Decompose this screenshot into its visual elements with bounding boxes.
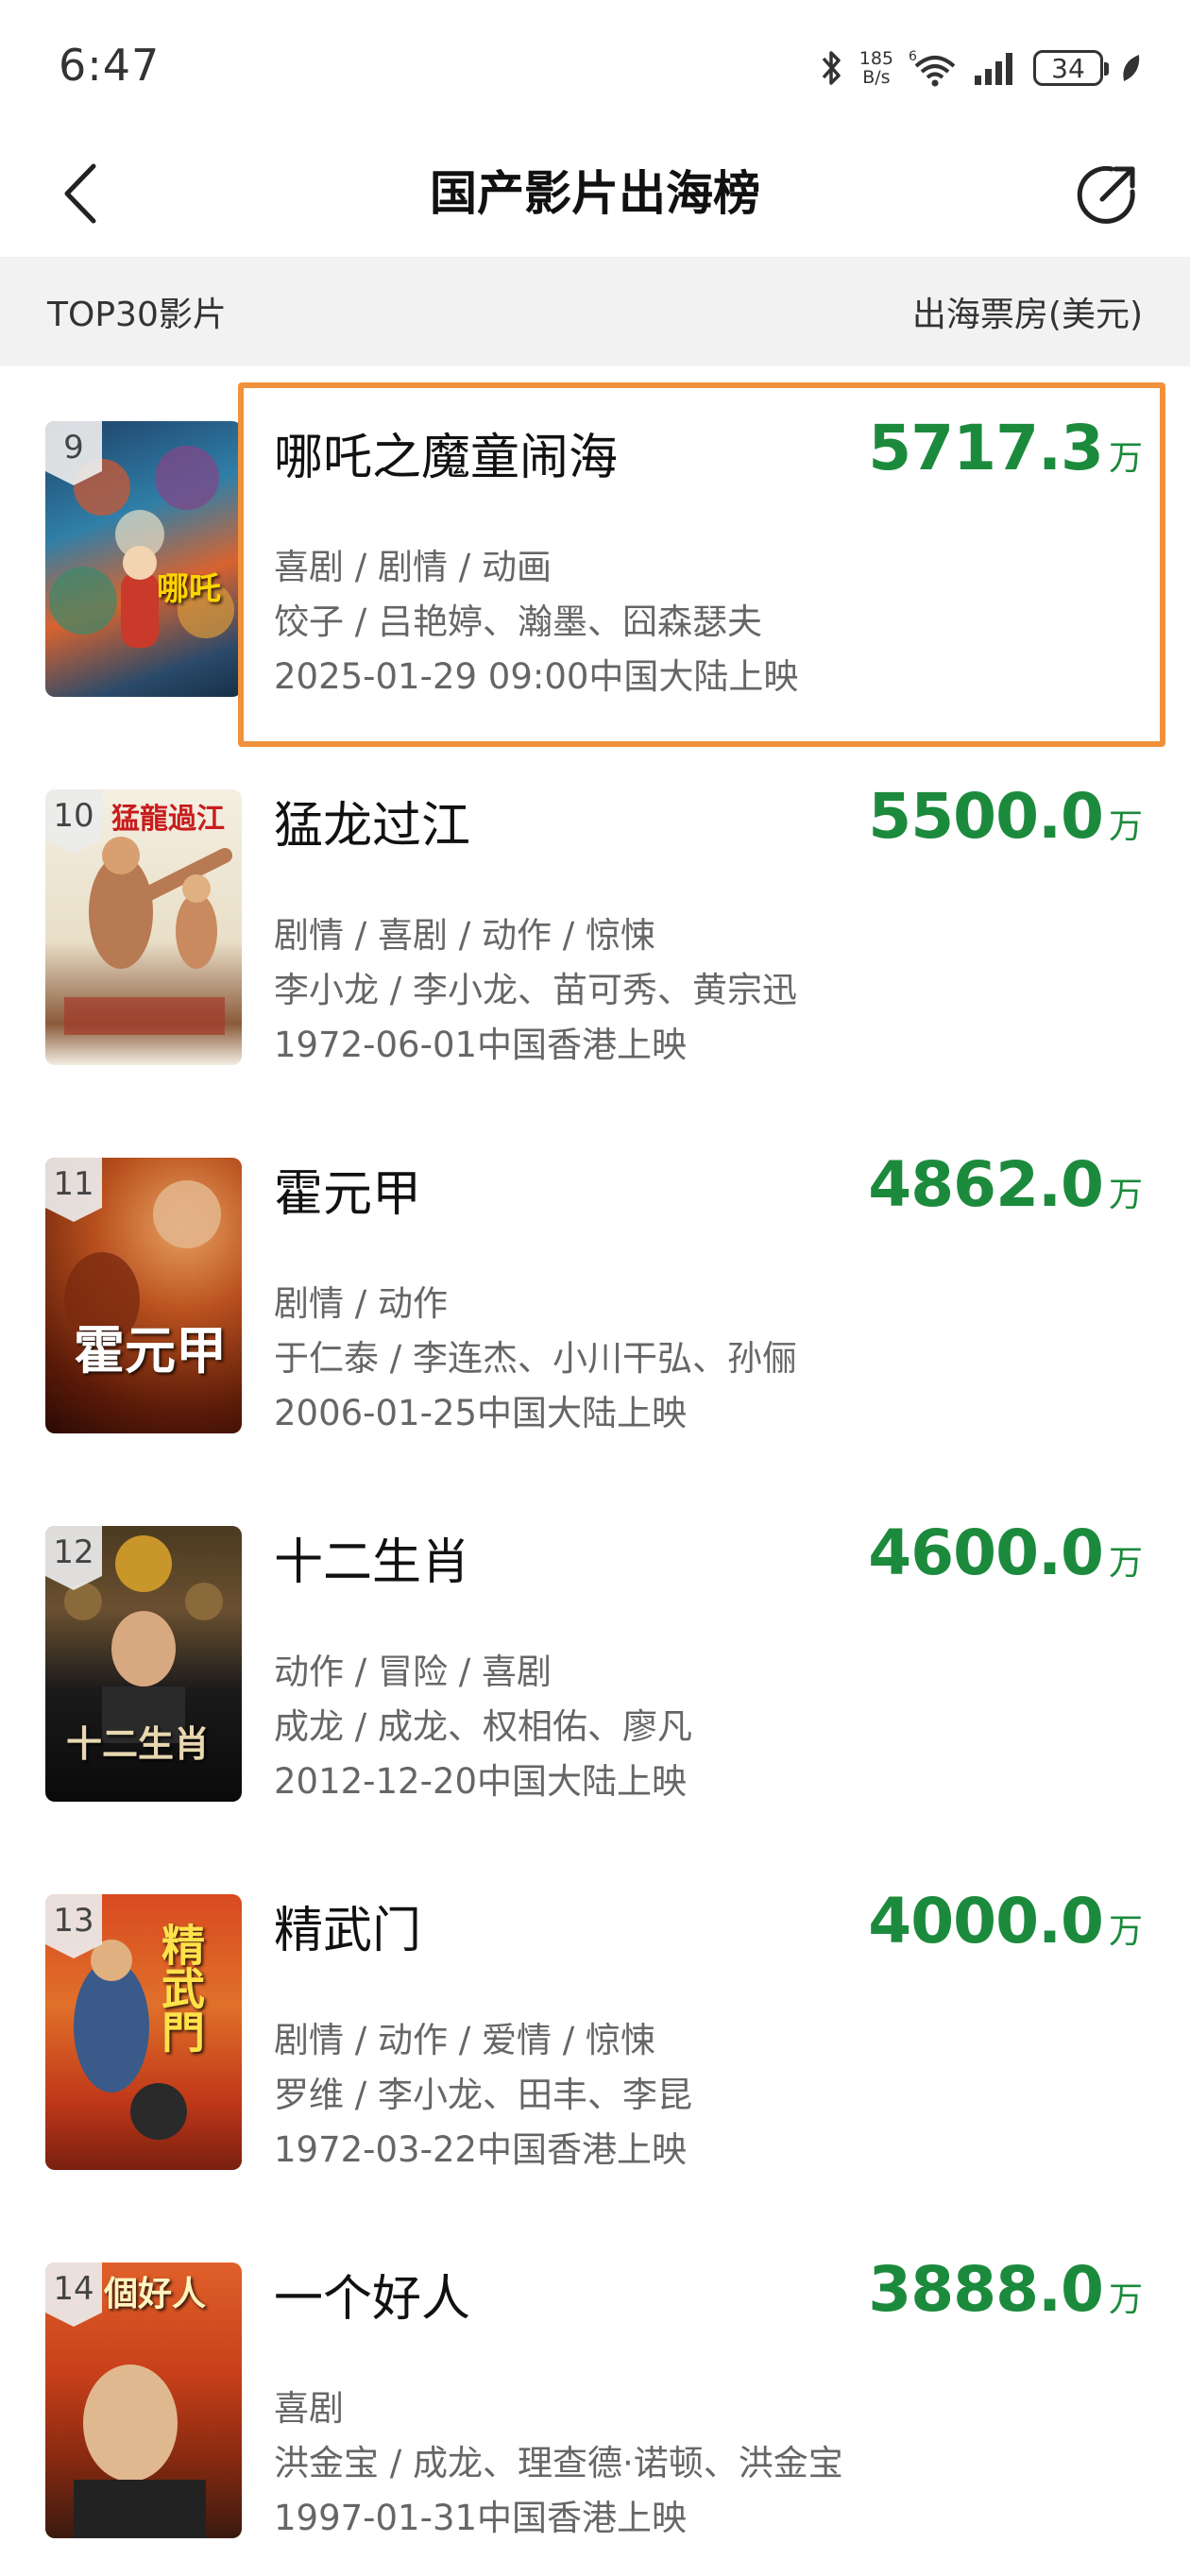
movie-release: 1972-03-22中国香港上映 <box>274 2129 688 2170</box>
box-office-value: 4862.0 <box>868 1148 1104 1221</box>
movie-cast: 李小龙 / 李小龙、苗可秀、黄宗迅 <box>274 970 797 1010</box>
movie-item[interactable]: 霍元甲 11 霍元甲 4862.0 万 剧情 / 动作 于仁泰 / 李连杰、小川… <box>0 1103 1190 1471</box>
status-time: 6:47 <box>59 40 161 91</box>
box-office-unit: 万 <box>1108 2280 1143 2319</box>
movie-release: 1972-06-01中国香港上映 <box>274 1025 688 1065</box>
movie-poster: 十二生肖 12 <box>45 1526 242 1802</box>
poster-title: 精武門 <box>155 1923 206 2053</box>
cellular-signal-icon <box>975 53 1012 85</box>
movie-genres: 喜剧 <box>274 2388 344 2429</box>
movie-item[interactable]: 精武門 13 精武门 4000.0 万 剧情 / 动作 / 爱情 / 惊悚 罗维… <box>0 1839 1190 2208</box>
poster-title: 霍元甲 <box>74 1320 227 1381</box>
poster-title: 十二生肖 <box>66 1722 211 1765</box>
leaf-icon <box>1123 55 1140 81</box>
list-header: TOP30影片 出海票房(美元) <box>0 257 1190 366</box>
movie-poster: 猛龍過江 10 <box>45 789 242 1065</box>
movie-cast: 成龙 / 成龙、权相佑、廖凡 <box>274 1706 692 1747</box>
status-icons: 185 B/s 6 34 <box>818 43 1143 93</box>
chevron-left-icon <box>64 163 96 224</box>
movie-cast: 洪金宝 / 成龙、理查德·诺顿、洪金宝 <box>274 2443 843 2483</box>
movie-poster: 霍元甲 11 <box>45 1158 242 1433</box>
poster-title: 猛龍過江 <box>111 803 225 836</box>
box-office: 3888.0 万 <box>868 2253 1143 2326</box>
box-office: 4600.0 万 <box>868 1517 1143 1589</box>
movie-genres: 动作 / 冒险 / 喜剧 <box>274 1652 552 1692</box>
box-office-unit: 万 <box>1108 1176 1143 1214</box>
box-office: 4000.0 万 <box>868 1885 1143 1957</box>
network-speed: 185 B/s <box>859 49 893 87</box>
movie-genres: 剧情 / 动作 / 爱情 / 惊悚 <box>274 2020 655 2060</box>
status-bar: 6:47 185 B/s 6 34 <box>0 0 1190 132</box>
movie-release: 2025-01-29 09:00中国大陆上映 <box>274 656 799 697</box>
box-office-value: 5500.0 <box>868 780 1104 853</box>
box-office-value: 4000.0 <box>868 1885 1104 1957</box>
page-title: 国产影片出海榜 <box>430 166 760 221</box>
app-header: 国产影片出海榜 <box>0 132 1190 255</box>
movie-title: 猛龙过江 <box>274 798 471 855</box>
movie-item[interactable]: 猛龍過江 10 猛龙过江 5500.0 万 剧情 / 喜剧 / 动作 / 惊悚 … <box>0 735 1190 1103</box>
bluetooth-icon <box>822 51 841 85</box>
box-office: 4862.0 万 <box>868 1148 1143 1221</box>
box-office-value: 5717.3 <box>868 412 1104 484</box>
poster-title: 個好人 <box>104 2274 207 2313</box>
list-header-left: TOP30影片 <box>47 296 227 334</box>
movie-item[interactable]: 哪吒 9 哪吒之魔童闹海 5717.3 万 喜剧 / 剧情 / 动画 饺子 / … <box>0 366 1190 735</box>
network-speed-value: 185 <box>858 48 893 69</box>
list-header-right: 出海票房(美元) <box>911 296 1143 334</box>
box-office-value: 4600.0 <box>868 1517 1104 1589</box>
share-icon <box>1077 165 1135 224</box>
box-office-value: 3888.0 <box>868 2253 1104 2326</box>
share-button[interactable] <box>1071 159 1143 230</box>
back-button[interactable] <box>47 161 113 227</box>
box-office-unit: 万 <box>1108 1912 1143 1951</box>
box-office-unit: 万 <box>1108 1544 1143 1583</box>
movie-cast: 于仁泰 / 李连杰、小川干弘、孙俪 <box>274 1338 797 1379</box>
poster-title: 哪吒 <box>157 570 221 608</box>
movie-poster: 哪吒 9 <box>45 421 242 697</box>
network-speed-unit: B/s <box>862 67 891 88</box>
movie-item[interactable]: 個好人 14 一个好人 3888.0 万 喜剧 洪金宝 / 成龙、理查德·诺顿、… <box>0 2208 1190 2576</box>
movie-release: 1997-01-31中国香港上映 <box>274 2498 688 2538</box>
movie-title: 一个好人 <box>274 2271 471 2328</box>
movie-title: 十二生肖 <box>274 1534 471 1591</box>
battery-level: 34 <box>1051 52 1085 84</box>
movie-release: 2012-12-20中国大陆上映 <box>274 1761 688 1802</box>
movie-title: 霍元甲 <box>274 1166 422 1223</box>
movie-genres: 喜剧 / 剧情 / 动画 <box>274 547 552 587</box>
movie-poster: 個好人 14 <box>45 2262 242 2538</box>
movie-cast: 罗维 / 李小龙、田丰、李昆 <box>274 2075 692 2115</box>
movie-genres: 剧情 / 动作 <box>274 1283 448 1324</box>
movie-cast: 饺子 / 吕艳婷、瀚墨、囧森瑟夫 <box>274 602 762 642</box>
box-office: 5500.0 万 <box>868 780 1143 853</box>
box-office-unit: 万 <box>1108 439 1143 478</box>
movie-title: 哪吒之魔童闹海 <box>274 430 619 486</box>
movie-poster: 精武門 13 <box>45 1894 242 2170</box>
battery-indicator: 34 <box>1033 50 1109 86</box>
wifi-label: 6 <box>909 49 917 64</box>
movie-genres: 剧情 / 喜剧 / 动作 / 惊悚 <box>274 915 655 956</box>
movie-item[interactable]: 十二生肖 12 十二生肖 4600.0 万 动作 / 冒险 / 喜剧 成龙 / … <box>0 1471 1190 1839</box>
movie-title: 精武门 <box>274 1903 422 1959</box>
box-office-unit: 万 <box>1108 807 1143 846</box>
wifi-icon: 6 <box>909 49 956 87</box>
box-office: 5717.3 万 <box>868 412 1143 484</box>
movie-release: 2006-01-25中国大陆上映 <box>274 1393 688 1433</box>
